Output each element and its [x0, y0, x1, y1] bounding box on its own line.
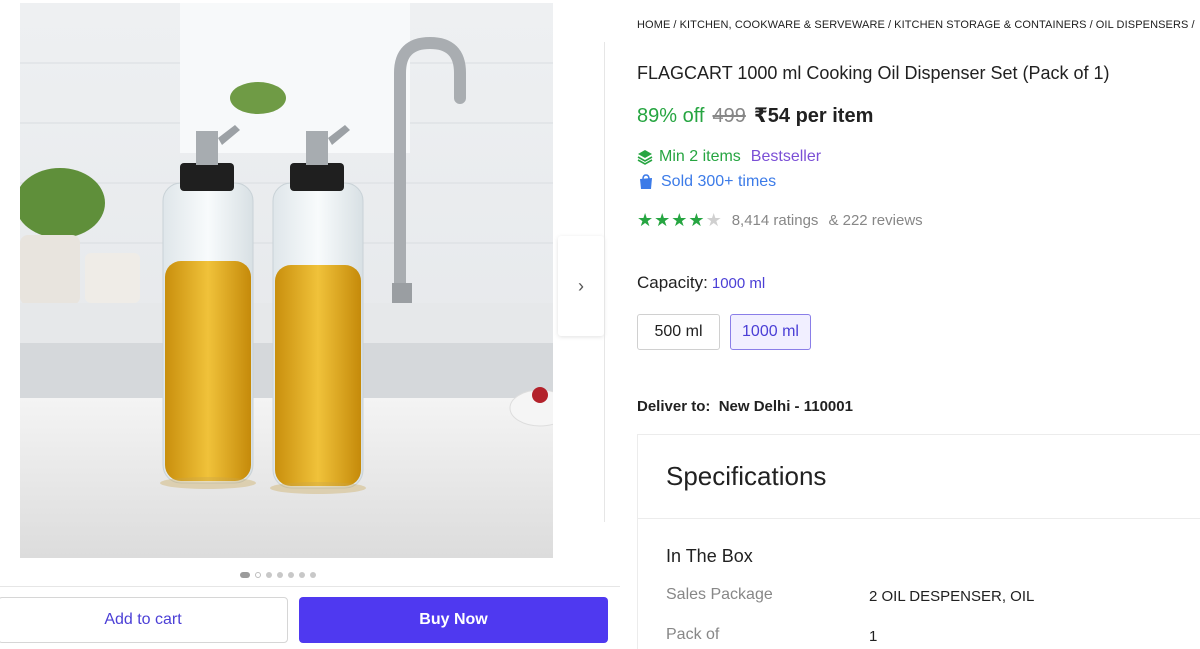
delivery-label: Deliver to: [637, 398, 711, 415]
specifications-heading: Specifications [666, 461, 827, 491]
pagination-dot[interactable] [240, 572, 250, 578]
star-icon: ★ [688, 210, 705, 230]
star-rating: ★ ★ ★ ★ ★ [637, 211, 722, 229]
delivery-location: New Delhi - 110001 [718, 398, 853, 415]
pagination-dot[interactable] [266, 572, 272, 578]
capacity-selected-value: 1000 ml [711, 275, 766, 292]
delivery-row[interactable]: Deliver to: New Delhi - 110001 [637, 398, 853, 415]
column-divider [604, 42, 605, 522]
min-items-row: Min 2 items Bestseller [637, 148, 821, 166]
star-icon: ★ [671, 210, 688, 230]
product-image[interactable] [20, 3, 553, 558]
layers-icon [637, 150, 653, 165]
original-price: 499 [712, 105, 746, 127]
next-image-button[interactable]: › [558, 236, 604, 336]
spec-key: Sales Package [666, 586, 773, 603]
bestseller-badge: Bestseller [750, 148, 822, 165]
reviews-count: & 222 reviews [828, 211, 923, 229]
star-icon: ★ [637, 210, 654, 230]
breadcrumb-item-kitchen[interactable]: KITCHEN, COOKWARE & SERVEWARE [680, 19, 885, 31]
ratings-row[interactable]: ★ ★ ★ ★ ★ 8,414 ratings & 222 reviews [637, 211, 923, 229]
sold-count-text: Sold 300+ times [661, 173, 777, 190]
breadcrumb: HOME / KITCHEN, COOKWARE & SERVEWARE / KITCH… [637, 19, 1195, 31]
add-to-cart-button[interactable]: Add to cart [0, 597, 288, 643]
ratings-count: 8,414 ratings [731, 211, 819, 229]
pagination-dot[interactable] [255, 572, 261, 578]
discount-percent: 89% off [637, 105, 705, 127]
buy-now-button[interactable]: Buy Now [299, 597, 608, 643]
selling-price: ₹54 per item [753, 105, 874, 127]
pagination-dot[interactable] [310, 572, 316, 578]
spec-value: 1 [869, 628, 878, 645]
capacity-label: Capacity: [637, 273, 708, 292]
capacity-option-1000ml[interactable]: 1000 ml [730, 314, 811, 350]
in-the-box-heading: In The Box [666, 546, 753, 566]
sold-count-row: Sold 300+ times [637, 173, 776, 191]
spec-value: 2 OIL DESPENSER, OIL [869, 588, 1035, 605]
pagination-dot[interactable] [277, 572, 283, 578]
divider [0, 586, 620, 587]
pagination-dot[interactable] [288, 572, 294, 578]
star-icon: ★ [654, 210, 671, 230]
pagination-dot[interactable] [299, 572, 305, 578]
capacity-option-500ml[interactable]: 500 ml [637, 314, 720, 350]
breadcrumb-item-oil-dispensers[interactable]: OIL DISPENSERS [1096, 19, 1189, 31]
breadcrumb-item-storage[interactable]: KITCHEN STORAGE & CONTAINERS [894, 19, 1086, 31]
spec-key: Pack of [666, 626, 720, 643]
star-empty-icon: ★ [705, 210, 722, 230]
shopping-bag-icon [640, 174, 652, 189]
price-row: 89% off 499 ₹54 per item [637, 103, 873, 128]
capacity-row: Capacity: 1000 ml [637, 273, 765, 293]
product-title: FLAGCART 1000 ml Cooking Oil Dispenser S… [637, 63, 1110, 83]
breadcrumb-item-home[interactable]: HOME [637, 19, 670, 31]
divider [637, 518, 1200, 519]
chevron-right-icon: › [578, 275, 584, 296]
min-items-text: Min 2 items [659, 148, 741, 165]
image-pagination [240, 572, 316, 578]
